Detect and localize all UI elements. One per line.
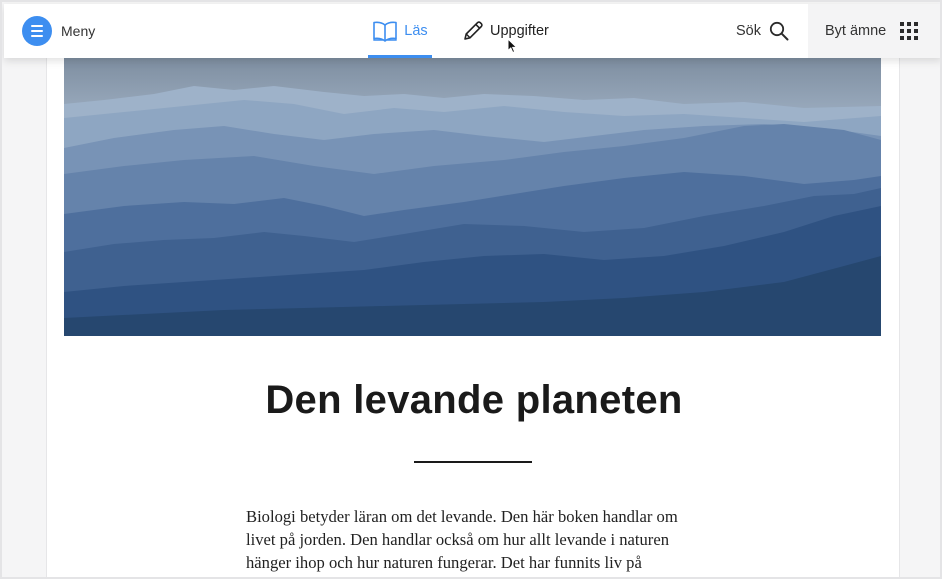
tab-tasks[interactable]: Uppgifter	[462, 4, 549, 58]
tab-read-label: Läs	[404, 23, 428, 39]
change-subject-button[interactable]: Byt ämne	[808, 4, 940, 58]
pencil-icon	[464, 21, 483, 40]
paragraph-line: hänger ihop och hur naturen fungerar. De…	[246, 553, 642, 572]
app-window: Den levande planeten Biologi betyder lär…	[0, 0, 942, 579]
article-paragraph: Biologi betyder läran om det levande. De…	[246, 505, 706, 574]
tab-read[interactable]: Läs	[368, 4, 432, 58]
article-page: Den levande planeten Biologi betyder lär…	[46, 56, 900, 577]
search-button[interactable]: Sök	[736, 4, 789, 58]
search-label: Sök	[736, 23, 761, 39]
hero-image-mountains	[64, 56, 881, 336]
page-title: Den levande planeten	[265, 378, 683, 422]
paragraph-line: Biologi betyder läran om det levande. De…	[246, 507, 678, 526]
open-book-icon	[373, 21, 398, 42]
menu-label: Meny	[61, 23, 96, 39]
menu-button[interactable]: Meny	[22, 15, 95, 47]
search-icon	[769, 21, 789, 41]
change-subject-label: Byt ämne	[825, 23, 887, 39]
mountain-landscape-image	[64, 56, 881, 336]
top-navigation-bar: Meny Läs Uppgifter Sök Byt ämne	[4, 4, 940, 58]
tab-tasks-label: Uppgifter	[490, 23, 549, 39]
apps-grid-icon	[900, 22, 919, 40]
paragraph-line: livet på jorden. Den handlar också om hu…	[246, 530, 669, 549]
title-divider	[414, 461, 532, 463]
hamburger-icon	[22, 16, 52, 46]
mouse-cursor-icon	[507, 38, 518, 54]
